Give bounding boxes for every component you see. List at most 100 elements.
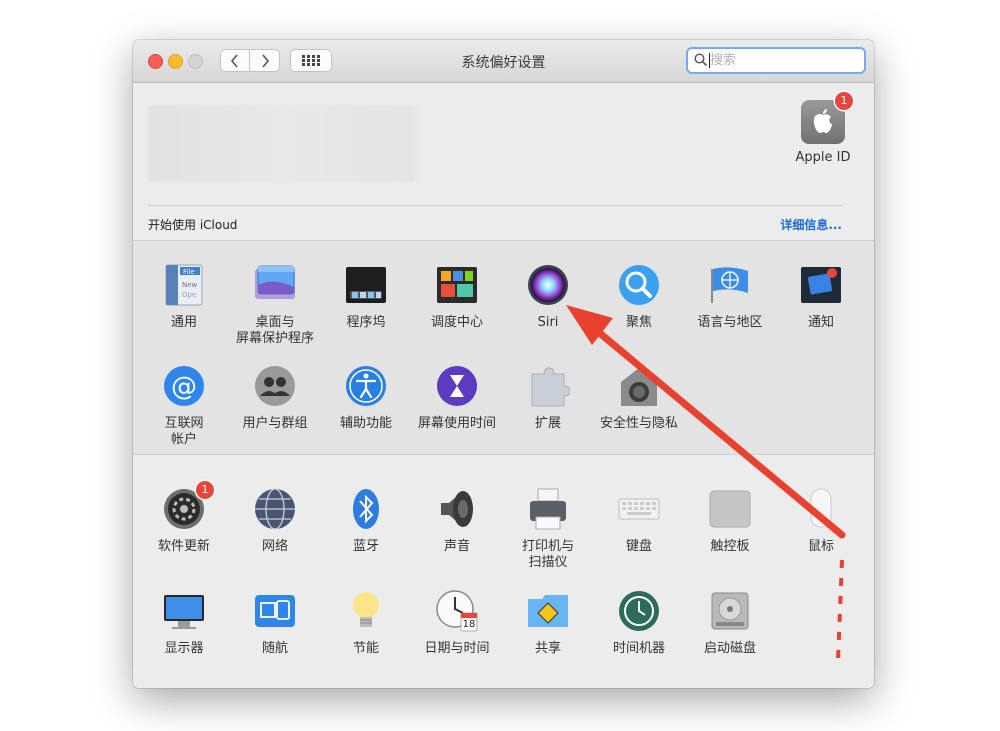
apple-id-pref[interactable]: 1 Apple ID (788, 92, 858, 165)
pref-startup-disk[interactable]: 启动磁盘 (684, 589, 776, 657)
pref-label: 网络 (261, 539, 288, 554)
software-update-icon: 1 (162, 481, 214, 531)
details-link[interactable]: 详细信息... (780, 216, 842, 233)
date-time-icon: 18 (435, 589, 479, 633)
mouse-icon (799, 487, 843, 531)
displays-icon (162, 589, 206, 633)
pref-printers-scanners[interactable]: 打印机与 扫描仪 (502, 487, 594, 571)
update-badge: 1 (196, 481, 214, 499)
pref-sound[interactable]: 声音 (411, 487, 503, 555)
pref-label: 软件更新 (157, 539, 210, 554)
energy-saver-icon (344, 589, 388, 633)
svg-text:New: New (182, 281, 198, 289)
pref-label: 时间机器 (612, 641, 665, 656)
pref-label: 调度中心 (430, 315, 483, 330)
pref-internet-accounts[interactable]: @ 互联网 帐户 (138, 364, 230, 448)
pref-label: 启动磁盘 (703, 641, 756, 656)
pref-software-update[interactable]: 1 软件更新 (138, 481, 230, 555)
pref-desktop-screensaver[interactable]: 桌面与 屏幕保护程序 (229, 263, 321, 347)
siri-icon (526, 263, 570, 307)
svg-text:@: @ (171, 372, 197, 402)
sound-icon (435, 487, 479, 531)
pref-security-privacy[interactable]: 安全性与隐私 (593, 364, 685, 432)
pref-displays[interactable]: 显示器 (138, 589, 230, 657)
pref-label: 聚焦 (625, 315, 652, 330)
security-privacy-icon (617, 364, 661, 408)
pref-label: Siri (537, 315, 559, 330)
sharing-icon (526, 589, 570, 633)
pref-label: 通知 (807, 315, 834, 330)
pref-label: 键盘 (625, 539, 652, 554)
general-icon: File New Ope (162, 263, 206, 307)
pref-label: 屏幕使用时间 (417, 416, 496, 431)
pref-accessibility[interactable]: 辅助功能 (320, 364, 412, 432)
time-machine-icon (617, 589, 661, 633)
pref-label: 鼠标 (807, 539, 834, 554)
startup-disk-icon (708, 589, 752, 633)
title-bar: 系统偏好设置 (133, 40, 874, 83)
language-region-icon (708, 263, 752, 307)
keyboard-icon (617, 487, 661, 531)
pref-label: 触控板 (710, 539, 750, 554)
extensions-icon (526, 364, 571, 408)
apple-id-label: Apple ID (795, 150, 851, 165)
pref-label: 桌面与 屏幕保护程序 (235, 315, 314, 346)
system-preferences-window: 系统偏好设置 1 Apple ID 开始使用 iCloud 详细信息... (133, 40, 874, 688)
apple-logo-icon: 1 (801, 92, 853, 144)
svg-text:Ope: Ope (182, 291, 196, 299)
dock-icon (344, 263, 388, 307)
pref-dock[interactable]: 程序坞 (320, 263, 412, 331)
pref-mouse[interactable]: 鼠标 (775, 487, 867, 555)
pref-mission-control[interactable]: 调度中心 (411, 263, 503, 331)
spotlight-icon (617, 263, 661, 307)
calendar-day: 18 (462, 619, 476, 630)
network-icon (253, 487, 297, 531)
pref-label: 扩展 (534, 416, 561, 431)
desktop-screensaver-icon (253, 263, 297, 307)
pref-sidecar[interactable]: 随航 (229, 589, 321, 657)
pref-spotlight[interactable]: 聚焦 (593, 263, 685, 331)
pref-sharing[interactable]: 共享 (502, 589, 594, 657)
pref-date-time[interactable]: 18 日期与时间 (411, 589, 503, 657)
pref-label: 声音 (443, 539, 470, 554)
search-field[interactable] (686, 47, 866, 74)
icloud-prompt: 开始使用 iCloud (148, 218, 238, 232)
pref-siri[interactable]: Siri (502, 263, 594, 331)
user-profile-blurred[interactable] (148, 105, 416, 182)
mission-control-icon (435, 263, 479, 307)
apple-id-badge: 1 (835, 92, 853, 110)
bluetooth-icon (344, 487, 388, 531)
pref-label: 程序坞 (346, 315, 386, 330)
pref-language-region[interactable]: 语言与地区 (684, 263, 776, 331)
search-icon (694, 53, 708, 67)
pref-label: 节能 (352, 641, 379, 656)
pref-label: 安全性与隐私 (599, 416, 678, 431)
pref-energy-saver[interactable]: 节能 (320, 589, 412, 657)
pref-general[interactable]: File New Ope 通用 (138, 263, 230, 331)
pref-bluetooth[interactable]: 蓝牙 (320, 487, 412, 555)
divider (148, 205, 843, 206)
search-input[interactable] (710, 52, 860, 69)
personal-prefs-section: File New Ope 通用 桌面与 屏幕保护程序 程序坞 调度中心 Siri… (133, 240, 874, 455)
printers-scanners-icon (526, 487, 570, 531)
pref-notifications[interactable]: 通知 (775, 263, 867, 331)
pref-network[interactable]: 网络 (229, 487, 321, 555)
pref-label: 互联网 帐户 (164, 416, 204, 447)
pref-trackpad[interactable]: 触控板 (684, 487, 776, 555)
internet-accounts-icon: @ (162, 364, 206, 408)
pref-keyboard[interactable]: 键盘 (593, 487, 685, 555)
pref-label: 显示器 (164, 641, 204, 656)
pref-label: 打印机与 扫描仪 (521, 539, 574, 570)
pref-label: 通用 (170, 315, 197, 330)
pref-screen-time[interactable]: 屏幕使用时间 (411, 364, 503, 432)
pref-label: 日期与时间 (424, 641, 490, 656)
accessibility-icon (344, 364, 388, 408)
pref-time-machine[interactable]: 时间机器 (593, 589, 685, 657)
pref-label: 共享 (534, 641, 561, 656)
users-groups-icon (253, 364, 297, 408)
notifications-icon (799, 263, 843, 307)
trackpad-icon (708, 487, 752, 531)
pref-users-groups[interactable]: 用户与群组 (229, 364, 321, 432)
pref-extensions[interactable]: 扩展 (502, 364, 594, 432)
pref-label: 用户与群组 (242, 416, 308, 431)
